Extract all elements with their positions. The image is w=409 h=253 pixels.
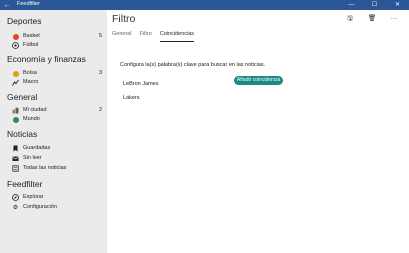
envelope-icon (12, 155, 19, 162)
delete-button[interactable]: 🗑 (361, 14, 383, 24)
sidebar-item-label: Mi ciudad (23, 106, 47, 113)
sidebar-item-label: Bolsa (23, 69, 37, 76)
sidebar-item-label: Fútbol (23, 41, 39, 48)
chart-icon (12, 79, 19, 86)
window-title: Feedfilter (17, 1, 40, 8)
section-header-general: General (7, 92, 38, 102)
tab-filtro[interactable]: Filtro (140, 31, 152, 42)
title-bar: ← Feedfilter — ☐ ✕ (0, 0, 409, 10)
bookmark-icon (12, 145, 19, 152)
sidebar-item-mi-ciudad[interactable]: Mi ciudad 2 (12, 106, 102, 115)
main-pane: Filtro 🖫 🗑 ··· General Filtro Coincidenc… (107, 10, 409, 253)
unread-count: 3 (98, 69, 102, 76)
sidebar-item-basket[interactable]: Basket 5 (12, 32, 102, 41)
back-button[interactable]: ← (0, 0, 14, 10)
soccer-icon (12, 42, 19, 49)
sidebar-item-guardadas[interactable]: Guardadas (12, 144, 102, 153)
trash-icon: 🗑 (367, 14, 377, 22)
save-button[interactable]: 🖫 (339, 14, 361, 24)
add-match-button[interactable]: Añadir coincidencia (234, 76, 283, 85)
more-button[interactable]: ··· (383, 14, 405, 24)
unread-count: 5 (98, 32, 102, 39)
unread-count: 2 (98, 106, 102, 113)
instructions-text: Configura la(s) palabra(s) clave para bu… (120, 62, 266, 68)
app-window: ← Feedfilter — ☐ ✕ Deportes Basket 5 Fút… (0, 0, 409, 253)
sidebar-item-label: Guardadas (23, 144, 51, 151)
more-icon: ··· (390, 14, 398, 22)
sidebar-item-configuracion[interactable]: ⚙ Configuración (12, 203, 102, 212)
section-header-deportes: Deportes (7, 16, 42, 26)
sidebar-item-label: Sin leer (23, 154, 42, 161)
tab-general[interactable]: General (112, 31, 132, 42)
explore-icon (12, 194, 19, 201)
page-title: Filtro (112, 13, 136, 25)
save-icon: 🖫 (347, 14, 353, 22)
sidebar-item-mundo[interactable]: Mundo (12, 115, 102, 124)
section-header-economia: Economía y finanzas (7, 54, 86, 64)
city-icon (12, 107, 19, 114)
command-bar: 🖫 🗑 ··· (339, 14, 405, 24)
sidebar-item-sin-leer[interactable]: Sin leer (12, 154, 102, 163)
tab-bar: General Filtro Coincidencias (112, 31, 202, 42)
maximize-button[interactable]: ☐ (363, 0, 386, 10)
sidebar-item-label: Mundo (23, 115, 40, 122)
gear-icon: ⚙ (12, 204, 19, 211)
sidebar-item-label: Basket (23, 32, 40, 39)
sidebar-item-label: Explorar (23, 193, 44, 200)
back-arrow-icon: ← (3, 1, 11, 9)
moneybag-icon (12, 70, 19, 77)
window-controls: — ☐ ✕ (340, 0, 409, 10)
section-header-noticias: Noticias (7, 129, 38, 139)
keyword-item[interactable]: LeBron James (123, 81, 158, 88)
section-header-feedfilter: Feedfilter (7, 179, 43, 189)
sidebar-item-label: Configuración (23, 203, 57, 210)
sidebar-item-bolsa[interactable]: Bolsa 3 (12, 69, 102, 78)
sidebar-item-label: Macro (23, 78, 39, 85)
keyword-item[interactable]: Lakers (123, 95, 140, 102)
tab-coincidencias[interactable]: Coincidencias (159, 31, 195, 42)
sidebar: Deportes Basket 5 Fútbol Economía y fina… (0, 10, 107, 253)
close-button[interactable]: ✕ (386, 0, 409, 10)
sidebar-item-futbol[interactable]: Fútbol (12, 41, 102, 50)
sidebar-item-explorar[interactable]: Explorar (12, 193, 102, 202)
basketball-icon (12, 33, 19, 40)
sidebar-item-todas[interactable]: Todas las noticias (12, 164, 102, 173)
sidebar-item-macro[interactable]: Macro (12, 78, 102, 87)
list-icon (12, 165, 19, 172)
minimize-button[interactable]: — (340, 0, 363, 10)
globe-icon (12, 116, 19, 123)
sidebar-item-label: Todas las noticias (23, 164, 67, 171)
